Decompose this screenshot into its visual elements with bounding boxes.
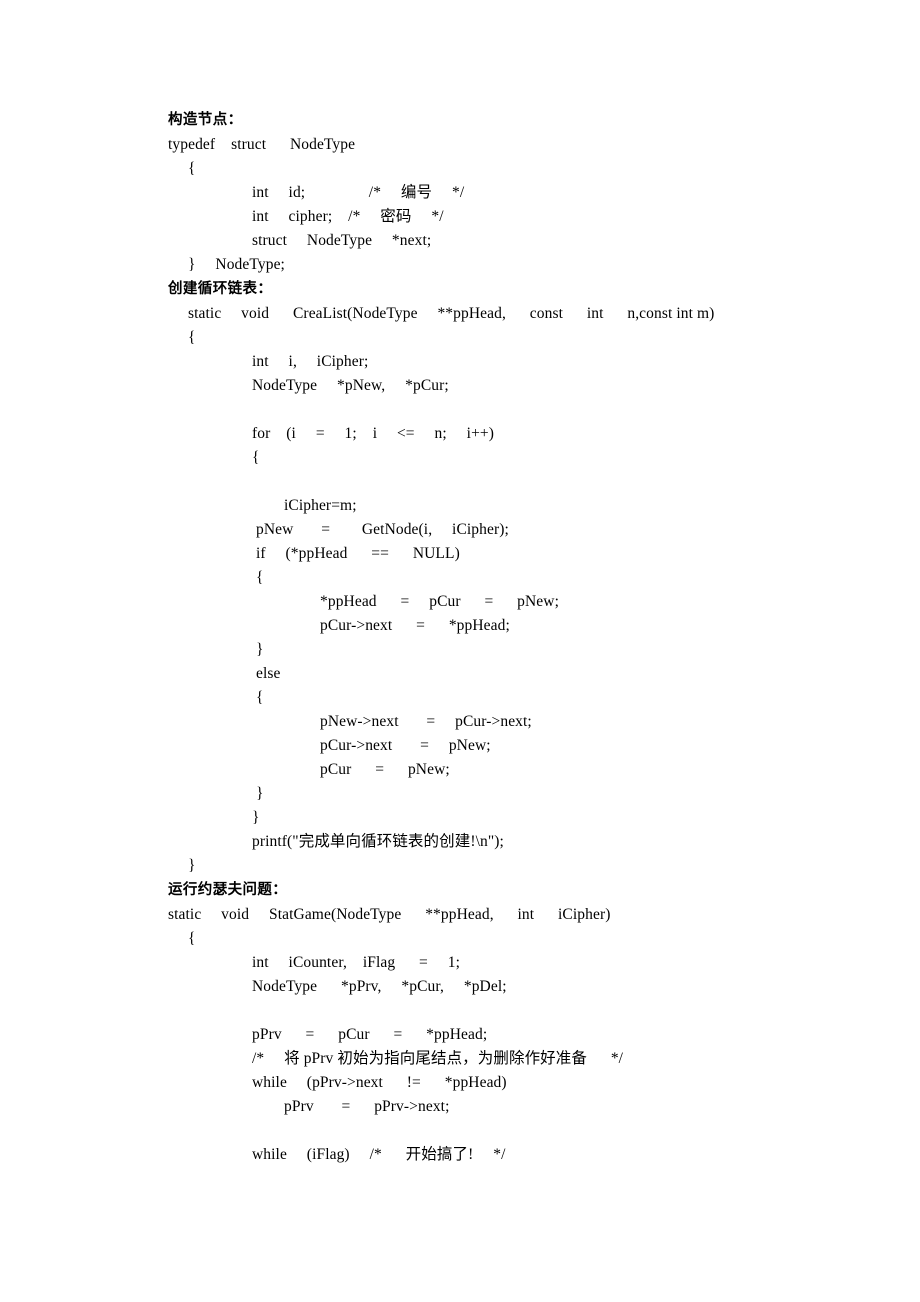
section-heading: 构造节点： bbox=[168, 112, 243, 128]
code-line: { bbox=[188, 930, 196, 947]
code-line: } bbox=[256, 785, 264, 802]
code-line: iCipher=m; bbox=[284, 497, 357, 514]
code-line: } bbox=[188, 857, 196, 874]
document-body: 构造节点： typedef struct NodeType { int id; /* … bbox=[168, 108, 768, 1167]
code-line: while (iFlag) /* 开始搞了! */ bbox=[252, 1146, 506, 1163]
code-line: pNew = GetNode(i, iCipher); bbox=[256, 521, 509, 538]
code-line: *ppHead = pCur = pNew; bbox=[320, 593, 559, 610]
code-line: NodeType *pNew, *pCur; bbox=[252, 377, 449, 394]
code-line: } bbox=[252, 809, 260, 826]
code-line: { bbox=[188, 160, 196, 177]
code-line: pPrv = pCur = *ppHead; bbox=[252, 1026, 488, 1043]
code-line: { bbox=[188, 329, 196, 346]
code-line: printf("完成单向循环链表的创建!\n"); bbox=[252, 833, 504, 850]
code-line: { bbox=[256, 569, 264, 586]
code-line: for (i = 1; i <= n; i++) bbox=[252, 425, 495, 442]
code-line: pCur = pNew; bbox=[320, 761, 450, 778]
code-line: if (*ppHead == NULL) bbox=[256, 545, 460, 562]
code-line: int i, iCipher; bbox=[252, 353, 369, 370]
code-line: NodeType *pPrv, *pCur, *pDel; bbox=[252, 978, 507, 995]
section-heading: 运行约瑟夫问题： bbox=[168, 882, 288, 898]
code-line: { bbox=[256, 689, 264, 706]
code-line: } NodeType; bbox=[188, 256, 285, 273]
code-line: typedef struct NodeType bbox=[168, 136, 356, 153]
code-line: { bbox=[252, 449, 260, 466]
code-line: struct NodeType *next; bbox=[252, 232, 432, 249]
section-heading: 创建循环链表： bbox=[168, 281, 273, 297]
code-line: int iCounter, iFlag = 1; bbox=[252, 954, 461, 971]
code-line: pCur->next = pNew; bbox=[320, 737, 491, 754]
code-line: int id; /* 编号 */ bbox=[252, 184, 465, 201]
code-line: else bbox=[256, 665, 281, 682]
code-line: } bbox=[256, 641, 264, 658]
code-line: static void StatGame(NodeType **ppHead, … bbox=[168, 906, 611, 923]
code-line: /* 将 pPrv 初始为指向尾结点，为删除作好准备 */ bbox=[252, 1050, 624, 1067]
document-page: 构造节点： typedef struct NodeType { int id; /* … bbox=[0, 0, 920, 1302]
code-line: pPrv = pPrv->next; bbox=[284, 1098, 450, 1115]
code-line: static void CreaList(NodeType **ppHead, … bbox=[188, 305, 715, 322]
code-line: pCur->next = *ppHead; bbox=[320, 617, 510, 634]
code-line: int cipher; /* 密码 */ bbox=[252, 208, 444, 225]
code-line: while (pPrv->next != *ppHead) bbox=[252, 1074, 507, 1091]
code-line: pNew->next = pCur->next; bbox=[320, 713, 532, 730]
